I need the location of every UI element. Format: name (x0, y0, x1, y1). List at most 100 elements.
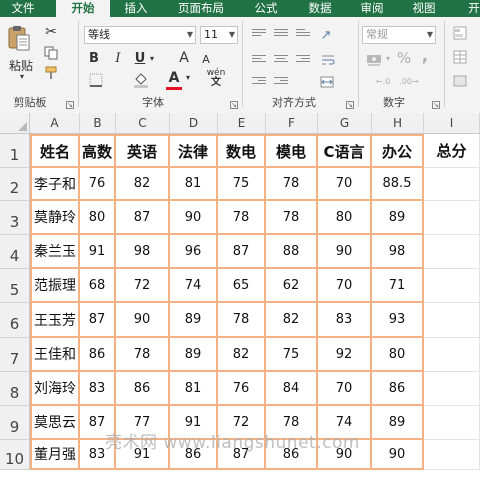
score-cell[interactable]: 81 (170, 372, 218, 406)
comma-button[interactable]: , (418, 46, 432, 66)
score-cell[interactable]: 70 (318, 372, 372, 406)
score-cell[interactable]: 89 (170, 303, 218, 338)
copy-icon[interactable] (42, 45, 60, 61)
header-cell[interactable]: 办公 (372, 134, 424, 168)
score-cell[interactable]: 72 (116, 269, 170, 303)
increase-indent-icon[interactable] (274, 77, 288, 89)
score-cell[interactable]: 62 (266, 269, 318, 303)
header-cell[interactable]: C语言 (318, 134, 372, 168)
score-cell[interactable]: 87 (116, 201, 170, 235)
phonetic-button[interactable]: wén 文 (205, 68, 227, 88)
row-header[interactable]: 9 (0, 406, 30, 440)
header-cell[interactable]: 模电 (266, 134, 318, 168)
score-cell[interactable]: 82 (266, 303, 318, 338)
score-cell[interactable] (424, 201, 480, 235)
align-right-icon[interactable] (296, 55, 310, 67)
font-name-combo[interactable]: 等线 ▼ (84, 26, 196, 44)
score-cell[interactable]: 81 (170, 168, 218, 201)
decrease-indent-icon[interactable] (252, 77, 266, 89)
row-header[interactable]: 4 (0, 235, 30, 269)
score-cell[interactable]: 86 (80, 338, 116, 372)
score-cell[interactable]: 71 (372, 269, 424, 303)
tab-insert[interactable]: 插入 (116, 0, 156, 17)
tab-page-layout[interactable]: 页面布局 (170, 0, 232, 17)
tab-data[interactable]: 数据 (300, 0, 340, 17)
number-format-combo[interactable]: 常规 ▼ (362, 26, 436, 44)
score-cell[interactable]: 70 (318, 269, 372, 303)
paste-icon[interactable] (6, 23, 32, 53)
paste-dropdown-icon[interactable]: ▾ (17, 72, 27, 81)
alignment-launcher-icon[interactable]: ↘ (346, 101, 354, 109)
currency-icon[interactable] (364, 51, 384, 69)
score-cell[interactable]: 96 (170, 235, 218, 269)
score-cell[interactable]: 78 (218, 303, 266, 338)
score-cell[interactable]: 80 (318, 201, 372, 235)
row-header[interactable]: 5 (0, 269, 30, 303)
score-cell[interactable]: 87 (80, 303, 116, 338)
score-cell[interactable] (424, 269, 480, 303)
increase-decimal-icon[interactable]: ←.0 (372, 73, 394, 89)
score-cell[interactable] (424, 235, 480, 269)
tab-formulas[interactable]: 公式 (246, 0, 286, 17)
score-cell[interactable]: 98 (372, 235, 424, 269)
shrink-font-button[interactable]: A (199, 51, 213, 67)
font-color-dropdown-icon[interactable]: ▾ (184, 72, 192, 82)
header-cell[interactable]: 英语 (116, 134, 170, 168)
score-cell[interactable]: 90 (116, 303, 170, 338)
score-cell[interactable] (424, 303, 480, 338)
format-painter-icon[interactable] (42, 65, 60, 81)
score-cell[interactable]: 89 (372, 406, 424, 440)
name-cell[interactable]: 莫静玲 (30, 201, 80, 235)
column-header-d[interactable]: D (170, 113, 218, 134)
tab-review[interactable]: 审阅 (352, 0, 392, 17)
column-header-a[interactable]: A (30, 113, 80, 134)
conditional-format-icon[interactable] (452, 25, 468, 41)
score-cell[interactable]: 78 (218, 201, 266, 235)
row-header[interactable]: 3 (0, 201, 30, 235)
score-cell[interactable]: 88.5 (372, 168, 424, 201)
column-header-g[interactable]: G (318, 113, 372, 134)
row-header[interactable]: 2 (0, 168, 30, 201)
underline-button[interactable]: U (132, 50, 148, 66)
cut-icon[interactable]: ✂ (42, 24, 60, 40)
row-header[interactable]: 6 (0, 303, 30, 338)
font-color-button[interactable]: A (166, 69, 182, 87)
score-cell[interactable]: 70 (318, 168, 372, 201)
score-cell[interactable]: 75 (266, 338, 318, 372)
row-header[interactable]: 8 (0, 372, 30, 406)
tab-developer[interactable]: 开 (460, 0, 480, 17)
score-cell[interactable]: 90 (318, 235, 372, 269)
score-cell[interactable]: 83 (80, 372, 116, 406)
score-cell[interactable]: 74 (170, 269, 218, 303)
number-launcher-icon[interactable]: ↘ (432, 101, 440, 109)
name-cell[interactable]: 范振理 (30, 269, 80, 303)
column-header-e[interactable]: E (218, 113, 266, 134)
column-header-h[interactable]: H (372, 113, 424, 134)
score-cell[interactable]: 78 (266, 201, 318, 235)
grow-font-button[interactable]: A (176, 49, 192, 67)
italic-button[interactable]: I (110, 50, 126, 66)
column-header-c[interactable]: C (116, 113, 170, 134)
score-cell[interactable] (424, 168, 480, 201)
score-cell[interactable]: 89 (372, 201, 424, 235)
score-cell[interactable]: 75 (218, 168, 266, 201)
score-cell[interactable]: 76 (80, 168, 116, 201)
fill-color-icon[interactable] (130, 71, 152, 89)
align-middle-icon[interactable] (274, 29, 288, 41)
score-cell[interactable]: 91 (80, 235, 116, 269)
name-cell[interactable]: 秦兰玉 (30, 235, 80, 269)
format-as-table-icon[interactable] (452, 49, 468, 65)
score-cell[interactable] (424, 440, 480, 470)
score-cell[interactable]: 98 (116, 235, 170, 269)
score-cell[interactable]: 88 (266, 235, 318, 269)
score-cell[interactable]: 89 (170, 338, 218, 372)
header-cell[interactable]: 姓名 (30, 134, 80, 168)
score-cell[interactable]: 84 (266, 372, 318, 406)
row-header[interactable]: 7 (0, 338, 30, 372)
merge-center-icon[interactable] (318, 73, 336, 91)
score-cell[interactable]: 76 (218, 372, 266, 406)
header-cell[interactable]: 高数 (80, 134, 116, 168)
align-top-icon[interactable] (252, 29, 266, 41)
score-cell[interactable]: 86 (372, 372, 424, 406)
decrease-decimal-icon[interactable]: .00→ (398, 73, 420, 89)
